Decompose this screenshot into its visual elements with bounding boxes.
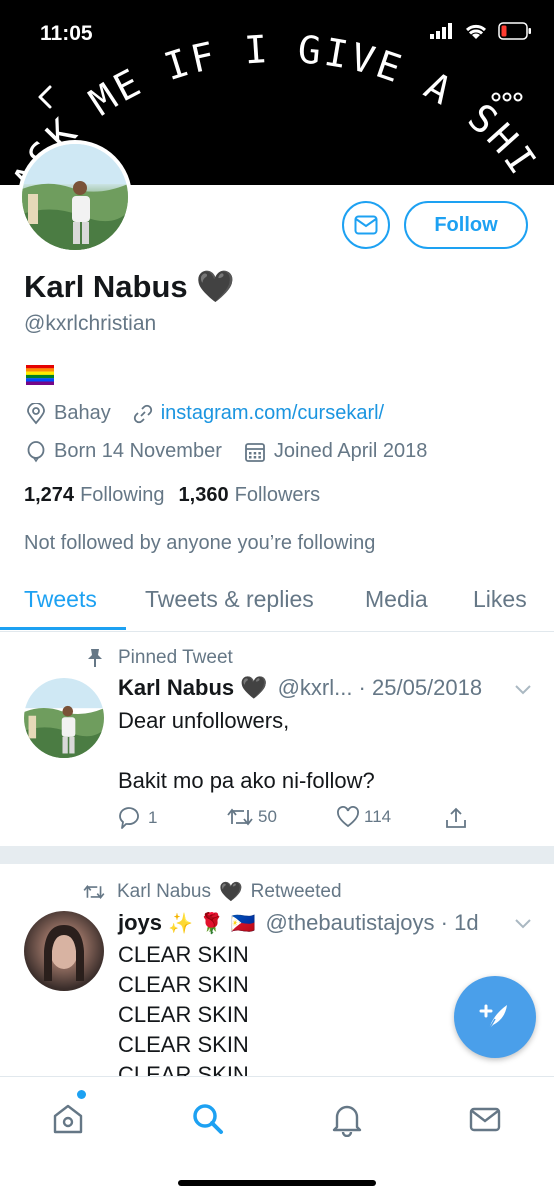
tab-tweets[interactable]: Tweets [24,586,97,613]
signal-icon [430,23,452,39]
message-button[interactable] [342,201,390,249]
tweet-avatar-photo [44,925,84,981]
followers-label: Followers [234,484,321,506]
location-pin-icon [27,402,45,424]
tweet-line: CLEAR SKIN [118,1032,249,1057]
tweet-author-emoji: 🖤 [240,675,268,701]
reply-count: 1 [148,808,158,827]
tweet-author-emoji: ✨ 🌹 🇵🇭 [168,911,256,935]
tweet-header: Karl Nabus 🖤 @kxrl... · 25/05/2018 [118,675,482,701]
tweet-line: CLEAR SKIN [118,1002,249,1027]
tweet-handle-date: @kxrl... · 25/05/2018 [277,675,483,700]
reply-button[interactable]: 1 [118,806,157,830]
battery-icon [498,22,531,40]
follow-counts: 1,274 Following 1,360 Followers [24,484,320,507]
tweet-line: CLEAR SKIN [118,942,249,967]
tweet-separator [0,846,554,864]
location-text: Bahay [54,402,111,424]
retweet-icon [227,808,253,826]
retweeter-emoji: 🖤 [219,881,243,903]
more-options-button[interactable] [490,84,524,110]
home-notification-dot [77,1090,86,1099]
tweet-header: joys ✨ 🌹 🇵🇭 @thebautistajoys · 1d [118,910,479,936]
like-button[interactable]: 114 [336,806,391,828]
tab-likes[interactable]: Likes [473,586,527,613]
search-icon[interactable] [190,1101,226,1137]
followers-count: 1,360 [178,484,229,506]
chevron-down-icon[interactable] [513,917,533,931]
mail-icon [354,215,378,235]
tweet-actions: 1 50 114 [118,806,478,836]
tweet-avatar-photo [24,678,104,758]
rainbow-flag-icon [26,365,54,385]
pinned-context: Pinned Tweet [86,647,233,669]
pinned-label: Pinned Tweet [118,647,233,668]
status-time: 11:05 [40,22,93,45]
follow-button[interactable]: Follow [404,201,528,249]
like-count: 114 [364,807,392,826]
profile-meta-row-1: Bahay instagram.com/cursekarl/ [26,402,406,425]
share-button[interactable] [444,806,472,830]
compose-tweet-button[interactable] [454,976,536,1058]
home-indicator [178,1180,376,1186]
location: Bahay [26,402,111,425]
profile-name-emoji: 🖤 [196,269,235,305]
tweet-text-line-1: Dear unfollowers, [118,708,290,733]
tweet-text-line-2: Bakit mo pa ako ni-follow? [118,768,375,793]
link-icon [133,404,152,423]
tweet-author-name[interactable]: joys [118,910,162,936]
tweet-avatar[interactable] [24,911,104,991]
retweet-context: Karl Nabus 🖤 Retweeted [82,880,342,903]
compose-feather-icon [479,1004,507,1030]
tab-media[interactable]: Media [365,586,428,613]
wifi-icon [465,24,487,39]
profile-avatar[interactable] [18,140,132,254]
avatar-photo [22,144,128,250]
following-count: 1,274 [24,484,75,506]
calendar-icon [244,442,265,462]
not-followed-text: Not followed by anyone you’re following [24,532,376,554]
profile-handle: @kxrlchristian [24,312,157,335]
website[interactable]: instagram.com/cursekarl/ [133,402,384,425]
retweeter-name: Karl Nabus [117,880,211,902]
back-button[interactable] [30,80,60,114]
reply-icon [119,807,139,829]
retweeted-label: Retweeted [250,880,342,902]
status-icons [430,22,532,40]
active-tab-indicator [0,627,126,630]
pin-icon [88,649,102,667]
tweet-text: CLEAR SKIN CLEAR SKIN CLEAR SKIN CLEAR S… [118,940,249,1090]
profile-tabs: Tweets Tweets & replies Media Likes [0,570,554,632]
chevron-down-icon[interactable] [513,683,533,697]
following-link[interactable]: 1,274 Following [24,484,165,507]
share-icon [446,807,466,828]
website-link[interactable]: instagram.com/cursekarl/ [161,402,384,425]
following-label: Following [80,484,165,506]
retweet-button[interactable]: 50 [226,806,277,828]
joined: Joined April 2018 [244,440,427,463]
birthday-text: Born 14 November [54,440,222,462]
balloon-icon [27,440,45,462]
joined-text: Joined April 2018 [273,440,428,462]
birthday: Born 14 November [26,440,222,463]
tweet-author-name[interactable]: Karl Nabus [118,675,234,701]
bell-icon[interactable] [329,1101,365,1137]
mail-icon[interactable] [467,1101,503,1137]
tab-tweets-replies[interactable]: Tweets & replies [145,586,314,613]
retweet-count: 50 [258,807,277,826]
followers-link[interactable]: 1,360 Followers [179,484,321,507]
profile-name-text: Karl Nabus [24,269,188,304]
heart-icon [337,806,359,828]
home-icon[interactable] [50,1101,86,1137]
tweet-handle-date: @thebautistajoys · 1d [265,910,479,935]
tweet-avatar[interactable] [24,678,104,758]
retweet-icon [83,884,105,899]
profile-name: Karl Nabus 🖤 [24,268,235,305]
profile-meta-row-2: Born 14 November Joined April 2018 [26,440,449,463]
tweet-line: CLEAR SKIN [118,972,249,997]
